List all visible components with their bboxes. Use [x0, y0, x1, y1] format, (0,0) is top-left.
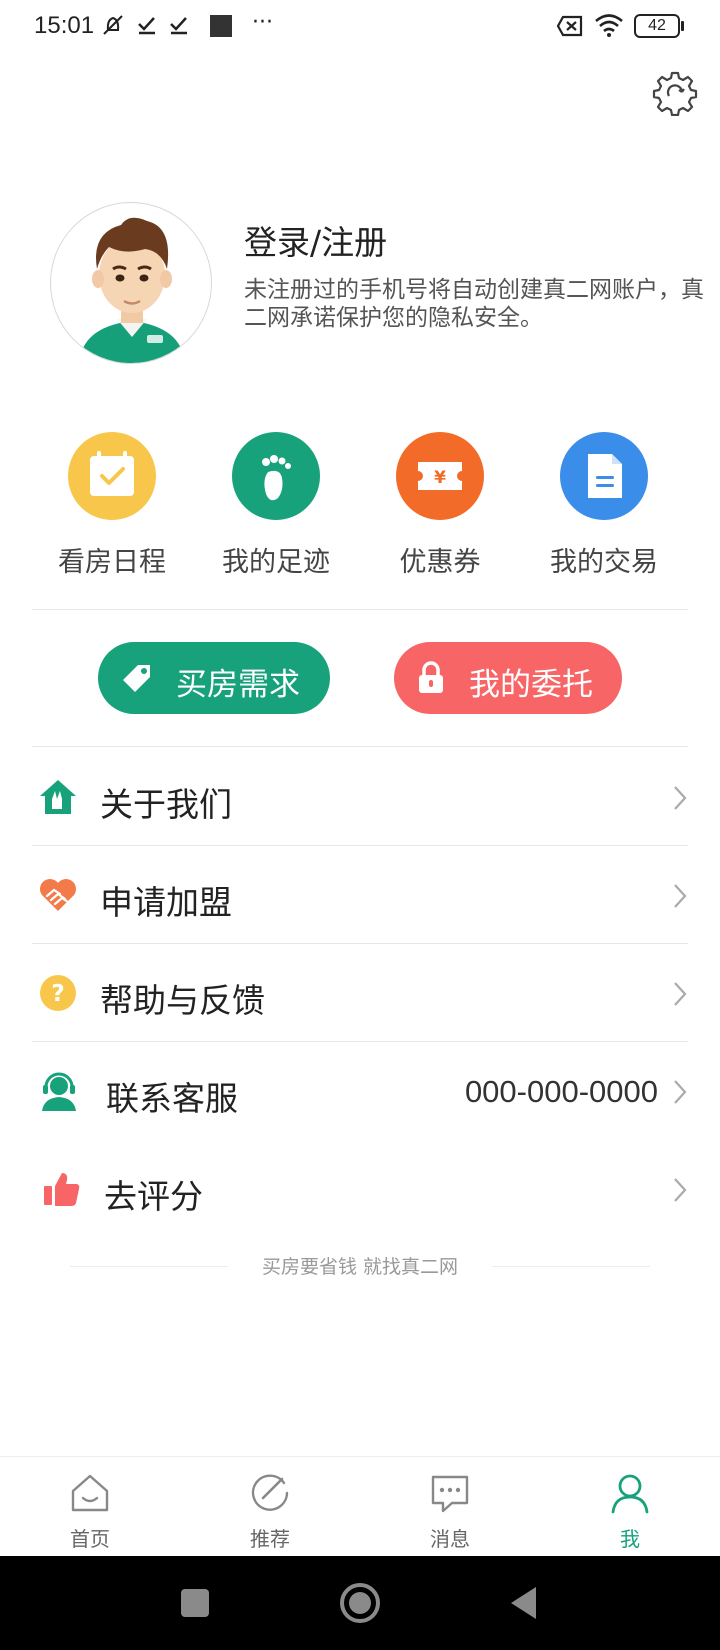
tab-bar: 首页 推荐 消息 我: [0, 1456, 720, 1556]
chevron-right-icon: [674, 1178, 687, 1202]
menu-label: 去评分: [104, 1177, 203, 1216]
home-nav-button[interactable]: [340, 1583, 380, 1623]
tab-home[interactable]: 首页: [0, 1457, 180, 1557]
recommend-icon: [251, 1474, 289, 1511]
divider: [32, 609, 688, 610]
avatar[interactable]: [50, 202, 212, 364]
chevron-right-icon: [674, 1080, 687, 1104]
home-nav-dot: [349, 1592, 371, 1614]
quick-action-label: 我的交易: [550, 547, 658, 578]
tab-messages[interactable]: 消息: [360, 1457, 540, 1557]
tab-me[interactable]: 我: [540, 1457, 720, 1557]
quick-action-label: 我的足迹: [222, 547, 330, 578]
mute-icon: [103, 15, 123, 35]
my-entrust-label: 我的委托: [469, 667, 593, 703]
tag-icon: [123, 665, 150, 692]
document-icon: [560, 432, 648, 520]
menu-item-join[interactable]: 申请加盟: [32, 846, 688, 944]
status-time: 15:01: [34, 12, 95, 39]
thumbs-up-icon: [44, 1173, 80, 1206]
quick-action-schedule[interactable]: 看房日程: [32, 432, 192, 584]
question-icon: ?: [40, 975, 76, 1011]
house-hand-icon: [40, 780, 76, 814]
svg-text:¥: ¥: [434, 468, 446, 488]
tab-label: 推荐: [250, 1527, 290, 1551]
quick-action-footprint[interactable]: 我的足迹: [196, 432, 356, 584]
battery-icon: 42: [634, 14, 680, 38]
menu-item-rate[interactable]: 去评分: [32, 1140, 688, 1238]
quick-action-coupon[interactable]: ¥ 优惠券: [360, 432, 520, 584]
my-entrust-button[interactable]: 我的委托: [394, 642, 622, 714]
quick-actions: 看房日程 我的足迹 ¥ 优惠券 我的交易: [32, 432, 688, 584]
handshake-heart-icon: [40, 879, 76, 911]
quick-action-label: 优惠券: [399, 547, 481, 578]
check-icon: [170, 17, 187, 35]
menu-item-service[interactable]: 联系客服 000-000-0000: [32, 1042, 688, 1140]
tab-label: 消息: [430, 1527, 470, 1551]
menu-label: 关于我们: [100, 785, 232, 824]
svg-text:?: ?: [51, 981, 64, 1007]
quick-action-transaction[interactable]: 我的交易: [524, 432, 684, 584]
more-dots-icon: ···: [252, 10, 273, 35]
user-icon: [611, 1474, 649, 1514]
menu-label: 联系客服: [106, 1079, 238, 1118]
tab-label: 首页: [70, 1527, 110, 1551]
quick-action-label: 看房日程: [58, 547, 166, 578]
avatar-illustration: [79, 217, 185, 363]
login-register-link[interactable]: 登录/注册: [244, 216, 387, 264]
slogan-divider: [492, 1266, 650, 1267]
divider: [32, 746, 688, 747]
home-icon: [71, 1474, 109, 1512]
battery-level: 42: [648, 17, 666, 34]
message-icon: [431, 1475, 469, 1513]
buy-demand-label: 买房需求: [176, 667, 300, 703]
lock-icon: [419, 661, 443, 693]
back-button[interactable]: [508, 1585, 538, 1621]
buy-demand-button[interactable]: 买房需求: [98, 642, 330, 714]
tab-recommend[interactable]: 推荐: [180, 1457, 360, 1557]
sim-off-icon: [556, 15, 583, 37]
chevron-right-icon: [674, 982, 687, 1006]
headset-icon: [42, 1072, 76, 1111]
service-phone-number[interactable]: 000-000-0000: [465, 1074, 658, 1110]
tab-label: 我: [620, 1527, 640, 1551]
login-description: 未注册过的手机号将自动创建真二网账户，真二网承诺保护您的隐私安全。: [244, 277, 704, 331]
footprint-icon: [232, 432, 320, 520]
menu-item-about[interactable]: 关于我们: [32, 748, 688, 846]
chevron-right-icon: [674, 786, 687, 810]
status-bar: 15:01 ··· 42: [0, 0, 720, 54]
chevron-right-icon: [674, 884, 687, 908]
square-icon: [210, 15, 232, 37]
check-icon: [138, 17, 155, 35]
menu-item-help[interactable]: ? 帮助与反馈: [32, 944, 688, 1042]
system-navigation-bar: [0, 1556, 720, 1650]
gear-icon: [652, 71, 698, 117]
menu-label: 帮助与反馈: [100, 981, 265, 1020]
calendar-check-icon: [68, 432, 156, 520]
coupon-icon: ¥: [396, 432, 484, 520]
settings-button[interactable]: [652, 70, 698, 117]
battery-tip: [681, 21, 684, 31]
recent-apps-button[interactable]: [181, 1589, 209, 1617]
menu-label: 申请加盟: [100, 883, 232, 922]
wifi-icon: [595, 14, 623, 37]
